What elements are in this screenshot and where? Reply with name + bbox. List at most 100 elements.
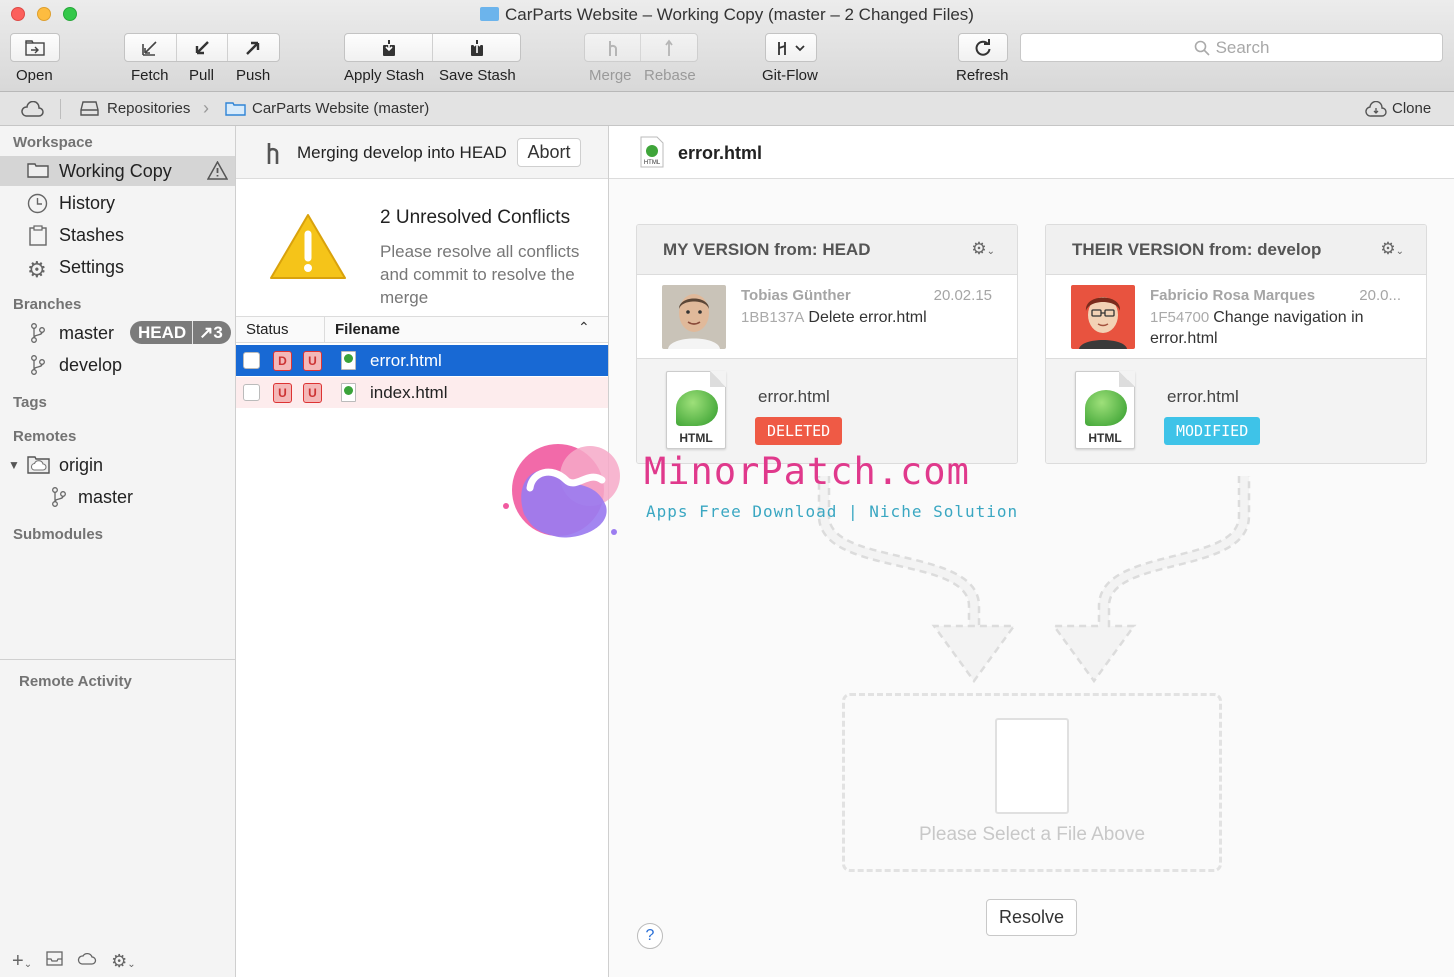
help-button[interactable]: ? xyxy=(637,923,663,949)
sidebar-item-label: master xyxy=(59,322,115,343)
open-button[interactable] xyxy=(10,33,60,62)
sidebar-item-branch-develop[interactable]: develop xyxy=(0,350,235,380)
push-label: Push xyxy=(236,67,271,84)
push-icon xyxy=(246,41,260,55)
clock-icon xyxy=(27,193,48,214)
search-input[interactable]: Search xyxy=(1020,33,1443,62)
fetch-pull-push-group xyxy=(124,33,280,62)
conflict-title: 2 Unresolved Conflicts xyxy=(380,207,571,228)
minorpatch-logo xyxy=(503,444,620,538)
sidebar-item-label: develop xyxy=(59,354,123,375)
html-file-icon: HTML xyxy=(640,136,664,173)
rebase-label: Rebase xyxy=(644,67,696,84)
sidebar-item-settings[interactable]: ⚙ Settings xyxy=(0,252,235,283)
apply-stash-icon xyxy=(382,39,395,56)
branch-icon xyxy=(51,487,67,507)
sidebar-item-label: origin xyxy=(59,454,104,475)
sidebar-item-remote-branch-master[interactable]: master xyxy=(0,482,235,512)
resolve-button[interactable]: Resolve xyxy=(986,899,1077,936)
commit-summary: 1BB137A Delete error.html xyxy=(741,307,1001,328)
my-version-header: MY VERSION from: HEAD ⚙⌄ xyxy=(637,225,1017,275)
their-version-card[interactable]: THEIR VERSION from: develop ⚙⌄ Fabricio … xyxy=(1045,224,1427,464)
submodules-heading[interactable]: Submodules xyxy=(13,526,103,543)
cloud-icon[interactable] xyxy=(77,951,97,971)
my-version-card[interactable]: MY VERSION from: HEAD ⚙⌄ Tobias Günther … xyxy=(636,224,1018,464)
file-row-error-html[interactable]: D U error.html xyxy=(236,345,608,376)
commit-sha: 1BB137A xyxy=(741,309,805,326)
gear-icon[interactable]: ⚙⌄ xyxy=(971,239,995,259)
working-copy-folder-icon xyxy=(27,162,49,178)
detail-file-title: error.html xyxy=(678,143,763,163)
fetch-button[interactable] xyxy=(125,34,178,61)
remote-folder-icon xyxy=(27,455,50,474)
save-stash-label: Save Stash xyxy=(439,67,516,84)
cloud-icon xyxy=(21,100,44,117)
file-list-header: Status Filename ⌃ xyxy=(236,316,608,343)
rebase-icon xyxy=(665,39,673,56)
stash-group xyxy=(344,33,521,62)
warning-icon xyxy=(207,161,228,180)
tags-heading[interactable]: Tags xyxy=(13,394,47,411)
result-drop-zone: Please Select a File Above xyxy=(842,693,1222,872)
sidebar-item-label: History xyxy=(59,192,116,213)
fetch-label: Fetch xyxy=(131,67,169,84)
refresh-button[interactable] xyxy=(958,33,1008,62)
file-row-index-html[interactable]: U U index.html xyxy=(236,377,608,408)
git-flow-label: Git-Flow xyxy=(762,67,818,84)
watermark-subtitle: Apps Free Download | Niche Solution xyxy=(646,502,1019,521)
sort-ascending-icon[interactable]: ⌃ xyxy=(578,319,590,336)
my-version-file: HTML error.html DELETED xyxy=(637,358,1017,463)
breadcrumb-repo[interactable]: CarParts Website (master) xyxy=(225,92,429,125)
refresh-icon xyxy=(975,38,991,56)
sidebar-item-history[interactable]: History xyxy=(0,188,235,218)
disclosure-triangle-icon[interactable]: ▼ xyxy=(8,458,20,472)
pull-button[interactable] xyxy=(177,34,228,61)
git-flow-button[interactable] xyxy=(765,33,817,62)
merge-rebase-group xyxy=(584,33,698,62)
file-checkbox[interactable] xyxy=(243,384,260,401)
html-file-icon xyxy=(341,383,356,402)
chevron-right-icon: › xyxy=(203,98,209,118)
version-file-name: error.html xyxy=(758,387,830,406)
settings-menu-button[interactable]: ⚙⌄ xyxy=(111,951,136,972)
breadcrumb-repo-label: CarParts Website (master) xyxy=(252,100,430,117)
remotes-heading: Remotes xyxy=(13,428,77,445)
workspace-heading: Workspace xyxy=(13,134,93,151)
breadcrumb-repositories[interactable]: Repositories xyxy=(80,92,190,125)
file-checkbox[interactable] xyxy=(243,352,260,369)
clone-button[interactable]: Clone xyxy=(1365,92,1431,125)
window-title: CarParts Website – Working Copy (master … xyxy=(0,5,1454,25)
save-stash-button[interactable] xyxy=(433,34,520,61)
status-column-header[interactable]: Status xyxy=(246,321,289,338)
status-badge: U xyxy=(303,350,322,371)
cloud-download-icon xyxy=(1365,100,1387,117)
repo-folder-icon xyxy=(225,102,246,116)
sidebar-item-stashes[interactable]: Stashes xyxy=(0,220,235,250)
pull-icon xyxy=(195,40,209,54)
commit-message: Delete error.html xyxy=(808,309,927,326)
rebase-button[interactable] xyxy=(641,34,697,61)
ahead-count: ↗3 xyxy=(199,322,223,342)
commit-date: 20.02.15 xyxy=(933,287,992,304)
drive-icon xyxy=(80,101,99,116)
merge-detail-panel: HTML error.html MY VERSION from: HEAD ⚙⌄… xyxy=(609,126,1454,977)
refresh-label: Refresh xyxy=(956,67,1009,84)
abort-button[interactable]: Abort xyxy=(517,138,581,167)
head-badge-label: HEAD xyxy=(138,322,187,342)
their-version-title: THEIR VERSION from: develop xyxy=(1072,240,1322,259)
inbox-icon[interactable] xyxy=(46,951,63,971)
sidebar-item-branch-master[interactable]: master HEAD ↗3 xyxy=(0,318,235,348)
fetch-icon xyxy=(141,40,157,56)
apply-stash-button[interactable] xyxy=(345,34,433,61)
open-label: Open xyxy=(16,67,53,84)
sidebar-item-remote-origin[interactable]: ▼ origin xyxy=(0,450,235,480)
cloud-button[interactable] xyxy=(20,92,44,125)
merge-button[interactable] xyxy=(585,34,642,61)
push-button[interactable] xyxy=(228,34,279,61)
filename-column-header[interactable]: Filename xyxy=(335,321,400,338)
pull-label: Pull xyxy=(189,67,215,84)
deleted-status-badge: DELETED xyxy=(755,417,843,445)
add-menu-button[interactable]: +⌄ xyxy=(12,950,32,973)
gear-icon[interactable]: ⚙⌄ xyxy=(1380,239,1404,259)
sidebar-item-working-copy[interactable]: Working Copy xyxy=(0,156,235,186)
